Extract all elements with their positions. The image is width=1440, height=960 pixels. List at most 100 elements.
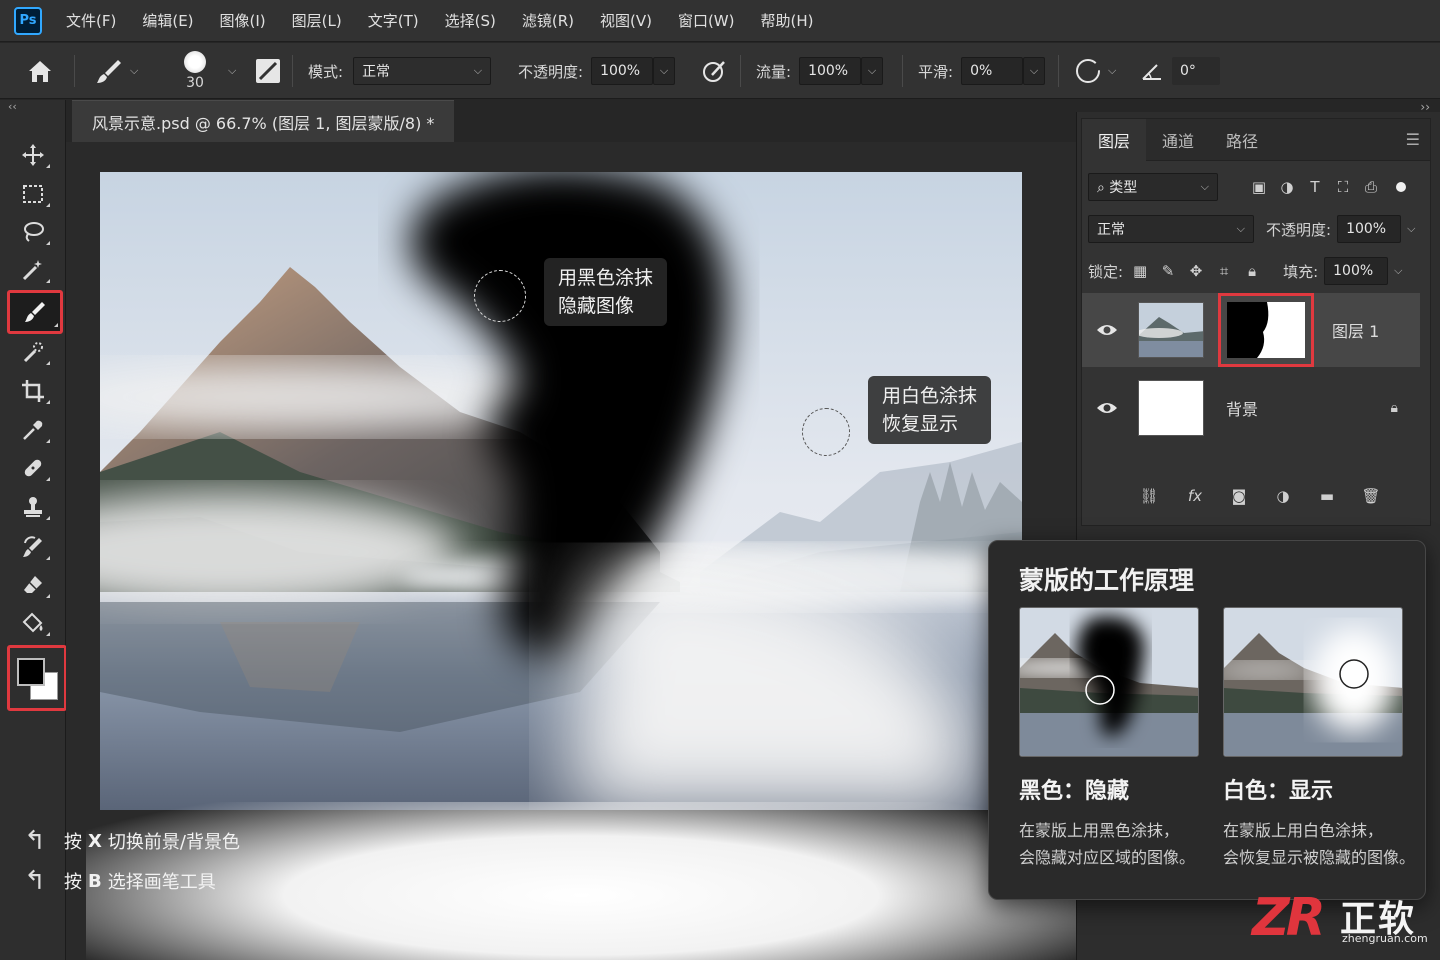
healing-brush-tool[interactable] bbox=[14, 451, 52, 485]
chevron-down-icon[interactable]: ⌵ bbox=[1394, 264, 1402, 278]
visibility-eye-icon[interactable] bbox=[1082, 401, 1132, 415]
smoothing-options-icon[interactable]: ⌵ bbox=[1074, 43, 1116, 99]
filter-adjustment-icon[interactable]: ◑ bbox=[1276, 176, 1298, 198]
new-group-icon[interactable]: ▬ bbox=[1316, 485, 1338, 507]
hint-key: B bbox=[88, 870, 102, 892]
layer-filter-value: 类型 bbox=[1109, 180, 1138, 196]
black-example-image bbox=[1019, 607, 1199, 757]
eraser-icon bbox=[24, 576, 42, 593]
layer-1-name[interactable]: 图层 1 bbox=[1332, 318, 1379, 342]
menu-view[interactable]: 视图(V) bbox=[600, 10, 652, 31]
flow-input[interactable]: 100% bbox=[799, 57, 862, 85]
lock-artboard-icon[interactable]: ⌗ bbox=[1213, 260, 1235, 282]
collapse-toolbar-icon[interactable]: ‹‹ bbox=[8, 100, 17, 113]
flow-label: 流量: bbox=[756, 62, 792, 81]
history-brush-tool[interactable] bbox=[14, 530, 52, 564]
eyedropper-tool[interactable] bbox=[14, 413, 52, 447]
brush-tool[interactable] bbox=[7, 290, 63, 334]
brush-size-value: 30 bbox=[186, 75, 204, 91]
opacity-dropdown[interactable]: ⌵ bbox=[653, 57, 676, 85]
lock-paint-icon[interactable]: ✎ bbox=[1157, 260, 1179, 282]
menu-image[interactable]: 图像(I) bbox=[220, 10, 266, 31]
layer-row-1[interactable]: 图层 1 bbox=[1082, 293, 1420, 367]
background-layer-name[interactable]: 背景 bbox=[1226, 396, 1258, 420]
quick-selection-tool[interactable] bbox=[14, 335, 52, 369]
layer-opacity-value: 100% bbox=[1346, 221, 1387, 237]
options-bar: ⌵ 30 ⌵ 模式: 正常 ⌵ 不透明度: 100% ⌵ 流量: 100% ⌵ … bbox=[0, 43, 1440, 99]
menu-window[interactable]: 窗口(W) bbox=[678, 10, 735, 31]
fx-icon[interactable]: fx bbox=[1184, 485, 1206, 507]
clone-stamp-tool[interactable] bbox=[14, 490, 52, 524]
adjustment-layer-icon[interactable]: ◑ bbox=[1272, 485, 1294, 507]
return-arrow-icon: ↰ bbox=[24, 826, 46, 856]
layer-filter-row: ⌕ 类型 ⌵ ▣ ◑ T ⛶ ⎙ bbox=[1088, 173, 1424, 201]
menu-filter[interactable]: 滤镜(R) bbox=[522, 10, 574, 31]
black-desc-line1: 在蒙版上用黑色涂抹， bbox=[1019, 821, 1180, 840]
brush-settings-icon[interactable] bbox=[254, 43, 282, 99]
brush-size-picker[interactable]: 30 bbox=[184, 43, 206, 99]
move-tool[interactable] bbox=[14, 138, 52, 172]
tab-paths[interactable]: 路径 bbox=[1210, 119, 1274, 161]
pressure-opacity-icon[interactable] bbox=[700, 43, 728, 99]
blend-mode-value: 正常 bbox=[1097, 222, 1125, 238]
lock-label: 锁定: bbox=[1088, 262, 1124, 281]
paint-bucket-tool[interactable] bbox=[14, 606, 52, 640]
opacity-input[interactable]: 100% bbox=[591, 57, 654, 85]
filter-smart-object-icon[interactable]: ⎙ bbox=[1360, 176, 1382, 198]
black-desc-line2: 会隐藏对应区域的图像。 bbox=[1019, 848, 1196, 867]
menu-layer[interactable]: 图层(L) bbox=[292, 10, 342, 31]
filter-type-icon[interactable]: T bbox=[1304, 176, 1326, 198]
menu-edit[interactable]: 编辑(E) bbox=[142, 10, 193, 31]
brush-angle-control[interactable]: 0° bbox=[1140, 43, 1220, 99]
layers-panel: 图层 通道 路径 ☰ ⌕ 类型 ⌵ ▣ ◑ T ⛶ ⎙ 正常 ⌵ 不透明度: 1… bbox=[1081, 118, 1431, 526]
magic-wand-tool[interactable] bbox=[14, 253, 52, 287]
panel-menu-icon[interactable]: ☰ bbox=[1406, 130, 1420, 149]
document-canvas[interactable]: 用黑色涂抹 隐藏图像 用白色涂抹 恢复显示 bbox=[100, 172, 1022, 810]
tab-channels[interactable]: 通道 bbox=[1146, 119, 1210, 161]
brush-icon bbox=[97, 60, 121, 83]
eraser-tool[interactable] bbox=[14, 568, 52, 602]
layer-filter-select[interactable]: ⌕ 类型 ⌵ bbox=[1088, 173, 1218, 201]
menu-file[interactable]: 文件(F) bbox=[66, 10, 116, 31]
layer-opacity-input[interactable]: 100% bbox=[1337, 215, 1402, 243]
link-layers-icon[interactable]: ⛓ bbox=[1138, 485, 1160, 507]
smoothing-input[interactable]: 0% bbox=[961, 57, 1024, 85]
hint-brush-shortcut: ↰ 按 B 选择画笔工具 bbox=[24, 866, 216, 896]
layer-mask-thumbnail[interactable] bbox=[1218, 293, 1314, 367]
mode-select[interactable]: 正常 ⌵ bbox=[353, 57, 492, 85]
document-tab[interactable]: 风景示意.psd @ 66.7% (图层 1, 图层蒙版/8) * bbox=[72, 100, 455, 142]
blend-mode-select[interactable]: 正常 ⌵ bbox=[1088, 215, 1254, 243]
menu-select[interactable]: 选择(S) bbox=[445, 10, 496, 31]
flow-dropdown[interactable]: ⌵ bbox=[861, 57, 884, 85]
angle-input[interactable]: 0° bbox=[1172, 57, 1220, 85]
menu-help[interactable]: 帮助(H) bbox=[761, 10, 814, 31]
marquee-tool[interactable] bbox=[14, 177, 52, 211]
tab-layers[interactable]: 图层 bbox=[1082, 118, 1147, 161]
smoothing-dropdown[interactable]: ⌵ bbox=[1023, 57, 1046, 85]
angle-value: 0° bbox=[1180, 63, 1196, 79]
crop-tool[interactable] bbox=[14, 374, 52, 408]
lock-transparent-icon[interactable]: ▦ bbox=[1129, 260, 1151, 282]
blend-row: 正常 ⌵ 不透明度: 100% ⌵ bbox=[1088, 215, 1424, 243]
foreground-color-swatch[interactable] bbox=[17, 658, 45, 686]
visibility-eye-icon[interactable] bbox=[1082, 323, 1132, 337]
filter-toggle[interactable] bbox=[1396, 182, 1406, 192]
chevron-down-icon: ⌵ bbox=[1108, 64, 1117, 77]
white-example-image bbox=[1223, 607, 1403, 757]
filter-shape-icon[interactable]: ⛶ bbox=[1332, 176, 1354, 198]
lock-position-icon[interactable]: ✥ bbox=[1185, 260, 1207, 282]
lasso-tool[interactable] bbox=[14, 215, 52, 249]
trash-icon[interactable]: 🗑︎ bbox=[1360, 485, 1382, 507]
filter-pixel-icon[interactable]: ▣ bbox=[1248, 176, 1270, 198]
callout-white: 用白色涂抹 恢复显示 bbox=[868, 376, 992, 444]
chevron-down-icon[interactable]: ⌵ bbox=[228, 64, 236, 78]
fill-input[interactable]: 100% bbox=[1324, 257, 1389, 285]
layer-row-background[interactable]: 背景 🔒︎ bbox=[1082, 371, 1420, 445]
chevron-down-icon[interactable]: ⌵ bbox=[1407, 222, 1415, 236]
lock-all-icon[interactable]: 🔒︎ bbox=[1241, 260, 1263, 282]
menu-type[interactable]: 文字(T) bbox=[368, 10, 419, 31]
home-icon[interactable] bbox=[26, 43, 54, 99]
add-mask-icon[interactable]: ◙ bbox=[1228, 485, 1250, 507]
brush-cursor-white bbox=[802, 408, 850, 456]
brush-preset-picker[interactable]: ⌵ bbox=[94, 43, 138, 99]
